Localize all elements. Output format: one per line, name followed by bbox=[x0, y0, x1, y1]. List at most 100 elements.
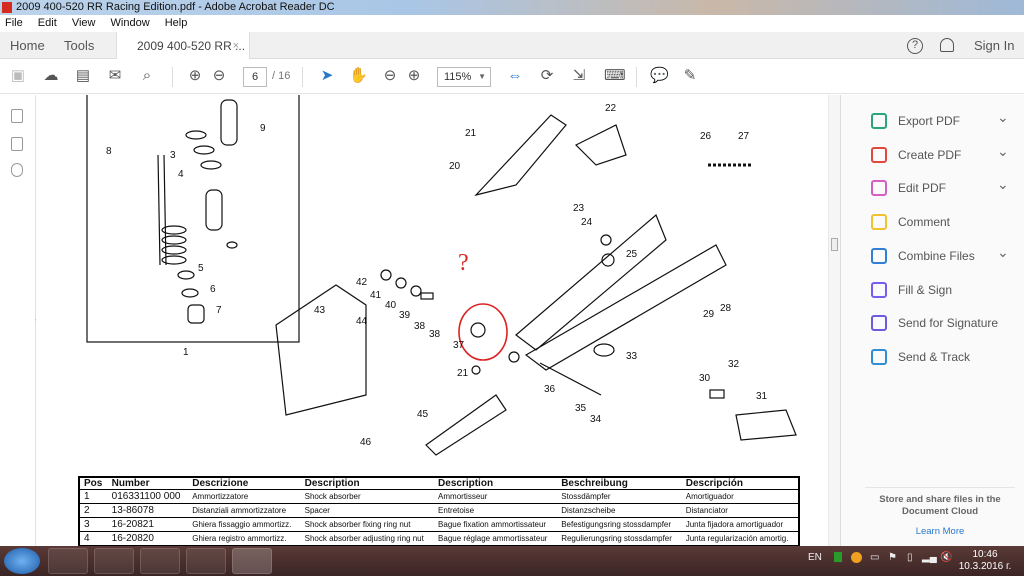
acrobat-icon bbox=[2, 2, 12, 13]
scrollbar-thumb[interactable] bbox=[831, 238, 838, 251]
search-icon[interactable]: ⌕ bbox=[138, 67, 156, 85]
action-center-flag-icon[interactable]: ⚑ bbox=[888, 552, 897, 563]
part-label: 36 bbox=[544, 384, 556, 395]
part-label: 7 bbox=[216, 305, 222, 316]
tool-label: Combine Files bbox=[898, 248, 975, 263]
bookmarks-icon[interactable] bbox=[11, 137, 23, 151]
scroll-mode-icon[interactable]: ⇲ bbox=[570, 67, 588, 85]
col-descrizione: Descrizione bbox=[188, 477, 301, 490]
tab-home[interactable]: Home bbox=[10, 38, 45, 53]
save-icon[interactable]: ▣ bbox=[9, 67, 27, 85]
notifications-icon[interactable] bbox=[940, 38, 954, 52]
keyboard-icon[interactable]: ⌨ bbox=[604, 67, 626, 85]
part-label: 39 bbox=[399, 310, 411, 321]
tool-send-track[interactable]: Send & Track bbox=[871, 347, 1021, 367]
part-label: 29 bbox=[703, 309, 715, 320]
menu-help[interactable]: Help bbox=[165, 17, 188, 29]
part-label: 41 bbox=[370, 290, 382, 301]
part-label: 6 bbox=[210, 284, 216, 295]
tab-tools[interactable]: Tools bbox=[64, 38, 94, 53]
part-label: 21 bbox=[457, 368, 469, 379]
vertical-scrollbar[interactable] bbox=[828, 95, 840, 546]
chevron-down-icon[interactable]: ⌄ bbox=[997, 141, 1009, 161]
chevron-down-icon[interactable]: ⌄ bbox=[997, 107, 1009, 127]
internet-explorer-icon[interactable] bbox=[48, 548, 88, 574]
tool-fill-sign[interactable]: Fill & Sign bbox=[871, 280, 1021, 300]
highlight-pen-icon[interactable]: ✎ bbox=[681, 67, 699, 85]
tool-send-for-signature[interactable]: Send for Signature bbox=[871, 313, 1021, 333]
table-cell: Distanziali ammortizzatore bbox=[188, 503, 301, 518]
language-indicator[interactable]: EN bbox=[808, 552, 822, 563]
tray-app2-icon[interactable] bbox=[851, 552, 862, 563]
signal-icon[interactable]: ▂▄ bbox=[922, 552, 937, 563]
comment-icon[interactable]: 💬 bbox=[650, 67, 669, 85]
tool-edit-pdf[interactable]: Edit PDF ⌄ bbox=[871, 176, 1021, 198]
close-tab-icon[interactable]: × bbox=[233, 32, 239, 60]
menu-window[interactable]: Window bbox=[111, 17, 150, 29]
tab-bar: Home Tools 2009 400-520 RR ... × ? Sign … bbox=[0, 32, 1024, 60]
select-cursor-icon[interactable]: ➤ bbox=[318, 67, 336, 85]
part-label: 34 bbox=[590, 414, 602, 425]
part-label: 31 bbox=[756, 391, 768, 402]
table-cell: Shock absorber adjusting ring nut bbox=[300, 531, 435, 546]
table-cell: Ghiera fissaggio ammortizz. bbox=[188, 517, 301, 532]
tray-clipboard-icon[interactable]: ▯ bbox=[907, 552, 913, 563]
col-beschreibung: Beschreibung bbox=[557, 477, 682, 490]
toolbar: ▣ ☁ ▤ ✉ ⌕ ⊕ ⊖ 6 / 16 ➤ ✋ ⊖ ⊕ 115% ▼ ⇔ ⟳ ⇲… bbox=[0, 59, 1024, 94]
part-label: 8 bbox=[106, 146, 112, 157]
system-clock[interactable]: 10:46 10.3.2016 г. bbox=[955, 549, 1015, 573]
document-page: ? 21 22 20 26 27 9 8 3 4 23 24 25 5 6 7 42 41 40 39 38 38 37 4… bbox=[36, 95, 828, 546]
sign-in-link[interactable]: Sign In bbox=[974, 38, 1014, 53]
next-page-icon[interactable]: ⊖ bbox=[210, 67, 228, 85]
table-cell: 13-86078 bbox=[107, 503, 189, 518]
rotate-icon[interactable]: ⟳ bbox=[538, 67, 556, 85]
comment-icon bbox=[871, 214, 887, 231]
file-explorer-icon[interactable] bbox=[186, 548, 226, 574]
menu-view[interactable]: View bbox=[72, 17, 96, 29]
chrome-icon[interactable] bbox=[94, 548, 134, 574]
tool-label: Send for Signature bbox=[898, 316, 999, 331]
menu-edit[interactable]: Edit bbox=[38, 17, 57, 29]
page-number-input[interactable]: 6 bbox=[243, 67, 267, 87]
tool-export-pdf[interactable]: Export PDF ⌄ bbox=[871, 109, 1021, 131]
tray-app-icon[interactable] bbox=[834, 552, 842, 562]
page-thumbnails-icon[interactable] bbox=[11, 109, 23, 123]
zoom-select[interactable]: 115% ▼ bbox=[437, 67, 491, 87]
parts-table: Pos Number Descrizione Description Descr… bbox=[78, 476, 800, 546]
tab-document[interactable]: 2009 400-520 RR ... × bbox=[116, 32, 250, 60]
chevron-down-icon[interactable]: ⌄ bbox=[997, 174, 1009, 194]
learn-more-link[interactable]: Learn More bbox=[865, 526, 1015, 538]
word-icon[interactable] bbox=[140, 548, 180, 574]
part-label: 38 bbox=[414, 321, 426, 332]
zoom-out-icon[interactable]: ⊖ bbox=[381, 67, 399, 85]
attachments-icon[interactable] bbox=[11, 163, 23, 177]
page-total: / 16 bbox=[272, 70, 291, 82]
part-label: 26 bbox=[700, 131, 712, 142]
col-pos: Pos bbox=[79, 477, 108, 490]
chevron-down-icon[interactable]: ⌄ bbox=[997, 242, 1009, 262]
upload-cloud-icon[interactable]: ☁ bbox=[42, 67, 60, 85]
title-bar: 2009 400-520 RR Racing Edition.pdf - Ado… bbox=[0, 0, 1024, 15]
part-label: 45 bbox=[417, 409, 429, 420]
help-icon[interactable]: ? bbox=[907, 38, 923, 54]
network-device-icon[interactable]: ▭ bbox=[870, 552, 879, 563]
tool-create-pdf[interactable]: Create PDF ⌄ bbox=[871, 143, 1021, 165]
hand-tool-icon[interactable]: ✋ bbox=[349, 67, 368, 85]
part-label: 23 bbox=[573, 203, 585, 214]
tool-comment[interactable]: Comment bbox=[871, 212, 1021, 232]
menu-file[interactable]: File bbox=[5, 17, 23, 29]
print-icon[interactable]: ▤ bbox=[74, 67, 92, 85]
clock-time: 10:46 bbox=[972, 549, 998, 560]
fit-page-icon[interactable]: ⇔ bbox=[506, 67, 524, 85]
start-button[interactable] bbox=[4, 548, 40, 574]
tool-combine-files[interactable]: Combine Files ⌄ bbox=[871, 244, 1021, 266]
zoom-in-icon[interactable]: ⊕ bbox=[405, 67, 423, 85]
email-icon[interactable]: ✉ bbox=[106, 67, 124, 85]
previous-page-icon[interactable]: ⊕ bbox=[186, 67, 204, 85]
part-label: 27 bbox=[738, 131, 750, 142]
exploded-parts-diagram bbox=[86, 95, 797, 456]
part-label: 37 bbox=[453, 340, 465, 351]
acrobat-taskbar-icon[interactable] bbox=[232, 548, 272, 574]
volume-muted-icon[interactable]: 🔇 bbox=[940, 552, 952, 563]
table-cell: 16-20821 bbox=[107, 517, 189, 532]
